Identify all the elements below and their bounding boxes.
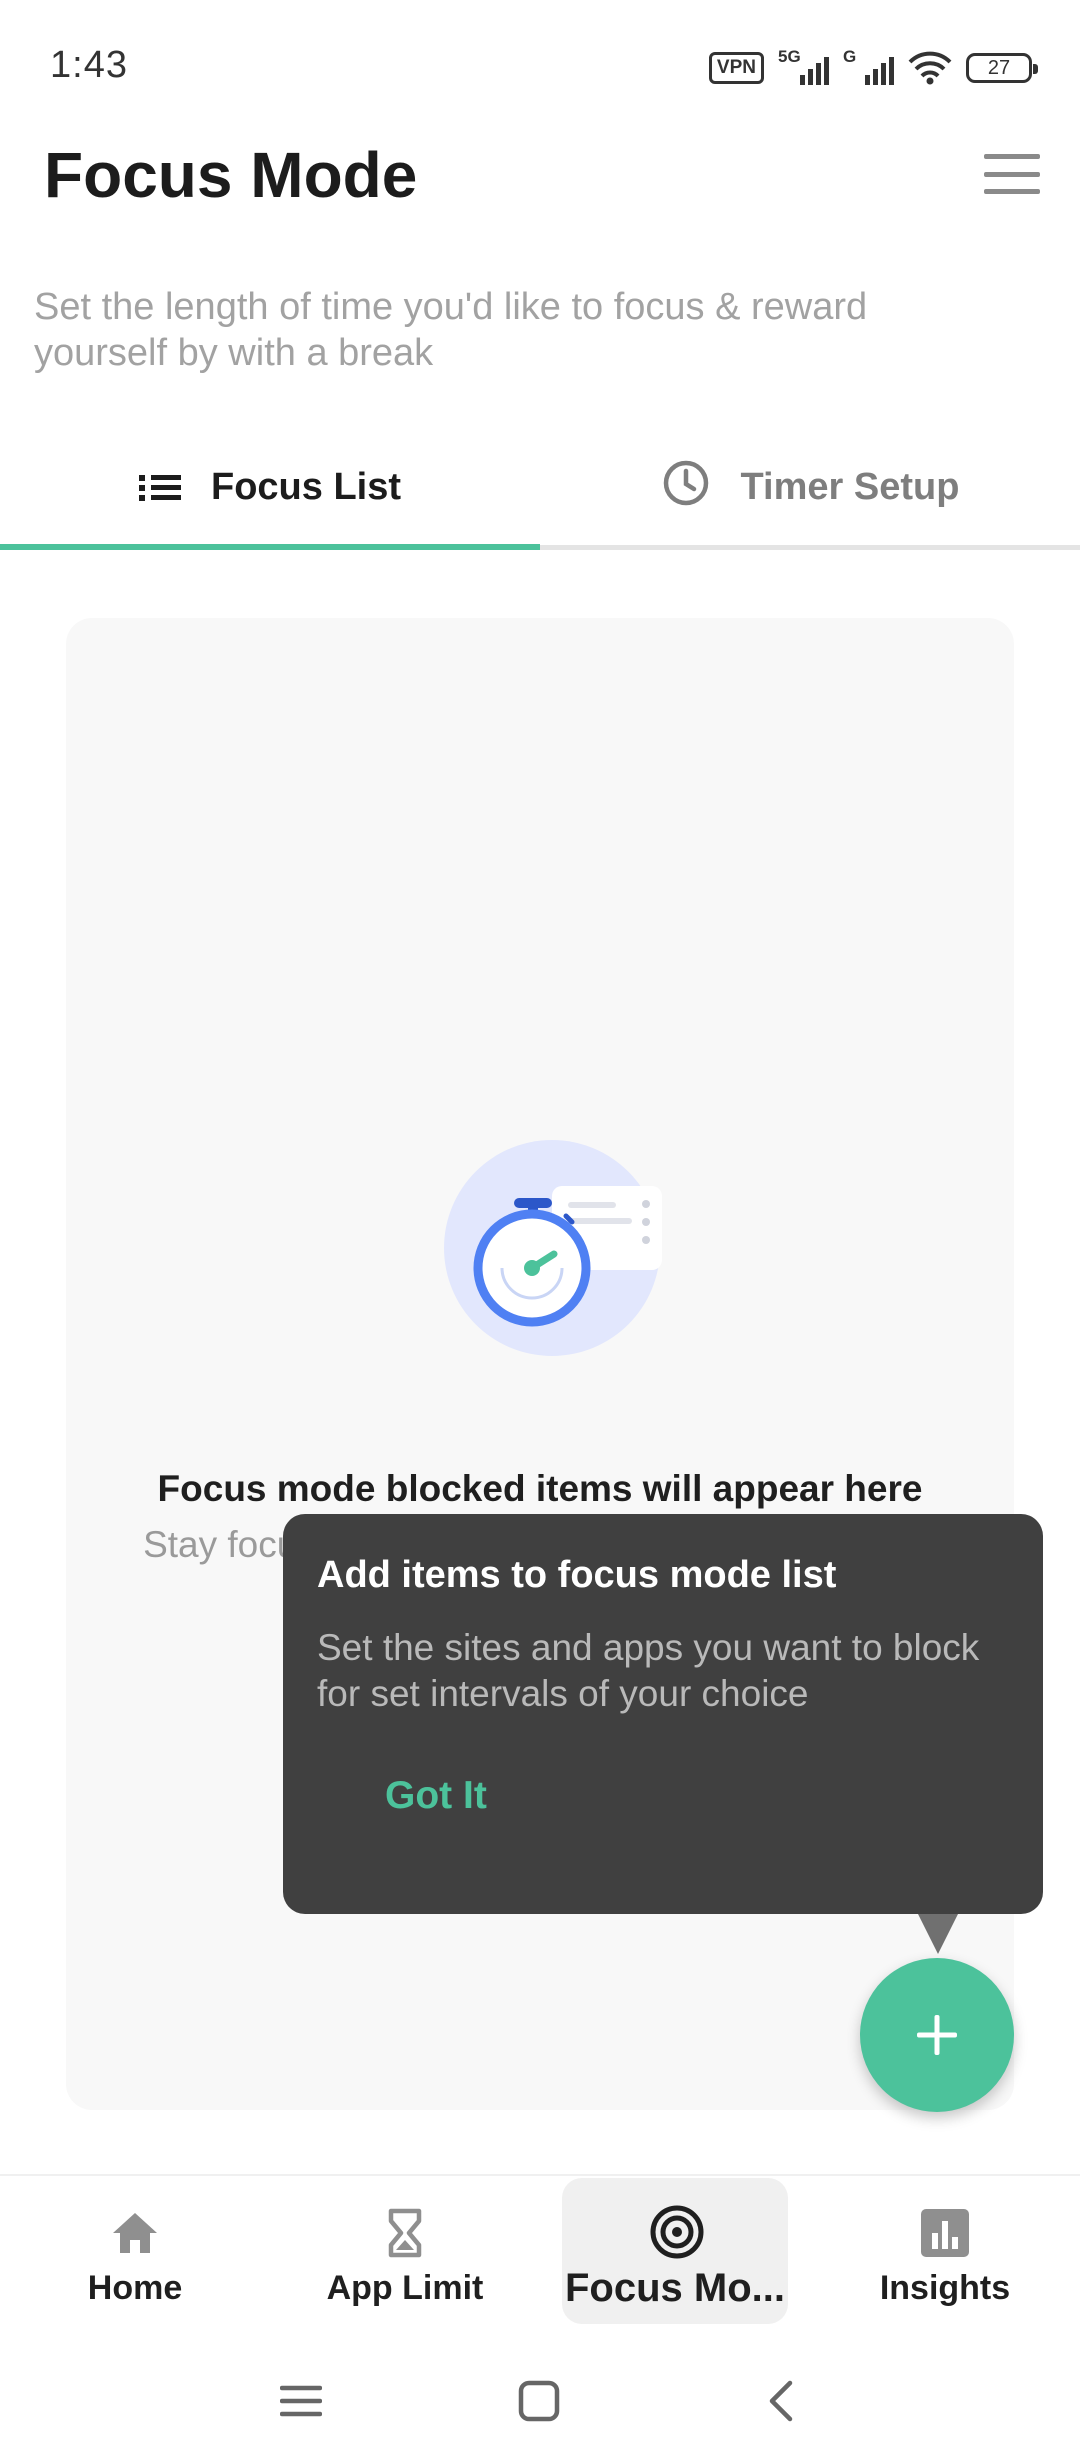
vpn-icon: VPN	[708, 52, 764, 84]
tab-label: Focus List	[210, 466, 402, 508]
status-icons: VPN 5G G 27	[708, 47, 1038, 88]
add-item-button[interactable]	[860, 1958, 1014, 2112]
hourglass-icon	[379, 2207, 431, 2259]
page-subtitle: Set the length of time you'd like to foc…	[34, 286, 868, 374]
status-time: 1:43	[50, 44, 128, 86]
tab-timer-setup[interactable]: Timer Setup	[540, 430, 1080, 545]
recent-apps-icon[interactable]	[279, 2380, 323, 2427]
tab-label: Timer Setup	[740, 466, 960, 508]
tooltip-title: Add items to focus mode list	[317, 1554, 837, 1596]
stopwatch-illustration	[432, 1138, 672, 1358]
home-button-icon[interactable]	[518, 2380, 560, 2427]
tooltip-body: Set the sites and apps you want to block…	[317, 1627, 980, 1714]
nav-item-app-limit[interactable]: App Limit	[270, 2176, 540, 2338]
nav-label: Home	[87, 2268, 183, 2307]
hamburger-menu-icon[interactable]	[984, 154, 1040, 194]
status-bar: 1:43 VPN 5G G 27	[0, 0, 1080, 130]
bottom-navigation: Home App Limit Focus Mo... Insights	[0, 2174, 1080, 2338]
back-icon[interactable]	[760, 2380, 802, 2427]
target-icon	[649, 2204, 704, 2258]
tab-focus-list[interactable]: Focus List	[0, 430, 540, 550]
page-title: Focus Mode	[44, 139, 418, 211]
wifi-icon	[908, 51, 952, 85]
system-navigation-bar	[0, 2340, 1080, 2460]
tooltip-pointer	[918, 1914, 958, 1954]
nav-item-home[interactable]: Home	[0, 2176, 270, 2338]
clock-icon	[661, 458, 711, 518]
cellular-signal-icon: 5G	[778, 47, 829, 85]
cellular-signal-icon-2: G	[843, 47, 894, 85]
nav-label: App Limit	[326, 2268, 484, 2307]
got-it-button[interactable]: Got It	[385, 1774, 487, 1818]
home-icon	[109, 2207, 161, 2259]
bar-chart-icon	[919, 2207, 971, 2259]
list-icon	[138, 474, 181, 502]
coachmark-tooltip: Add items to focus mode list Set the sit…	[283, 1514, 1043, 1914]
nav-label: Focus Mo...	[565, 2265, 785, 2310]
nav-label: Insights	[879, 2268, 1011, 2307]
empty-state-title: Focus mode blocked items will appear her…	[157, 1468, 923, 1509]
nav-item-insights[interactable]: Insights	[810, 2176, 1080, 2338]
battery-icon: 27	[966, 53, 1038, 83]
tab-bar: Focus List Timer Setup	[0, 430, 1080, 550]
nav-item-focus-mode[interactable]: Focus Mo...	[540, 2176, 810, 2338]
